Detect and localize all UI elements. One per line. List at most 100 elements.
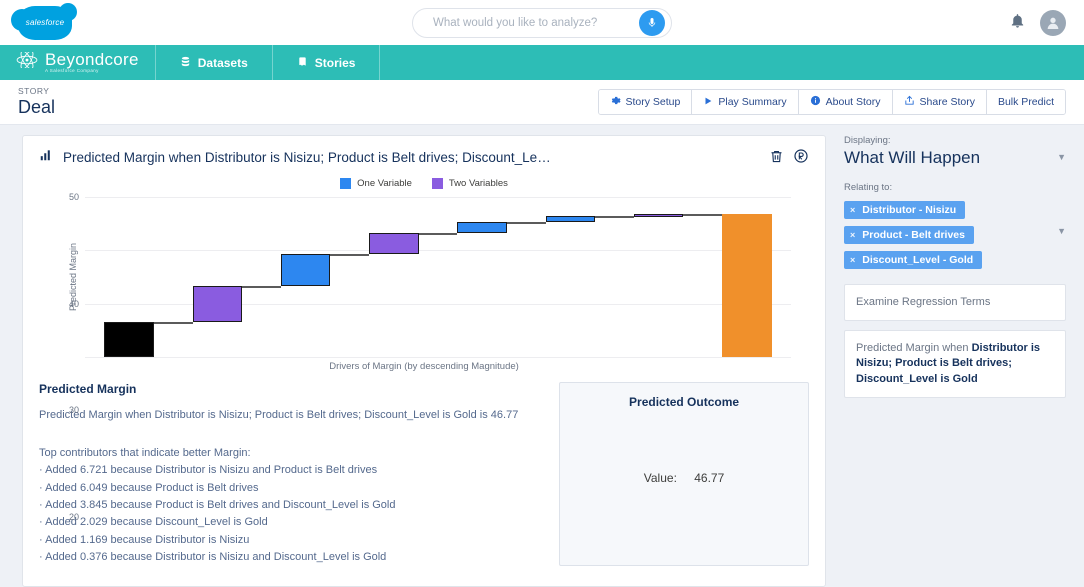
play-icon (703, 96, 713, 109)
trash-icon[interactable] (769, 149, 784, 169)
filter-pill-label: Discount_Level - Gold (862, 254, 974, 266)
story-card: Predicted Margin when Distributor is Nis… (22, 135, 827, 587)
global-search (412, 7, 672, 38)
share-icon (904, 95, 915, 109)
y-axis-tick: 40 (68, 298, 79, 309)
chart-bar[interactable] (104, 321, 154, 357)
gear-icon (610, 95, 621, 109)
book-icon (297, 55, 308, 71)
story-setup-button[interactable]: Story Setup (598, 90, 693, 114)
waterfall-connector (683, 214, 723, 217)
waterfall-connector (595, 216, 634, 219)
story-toolbar: Story Setup Play Summary About Story Sha… (597, 89, 1066, 115)
remove-pill-icon[interactable]: × (850, 230, 855, 240)
story-identity: STORY Deal (18, 86, 55, 118)
contributor-item: · Added 2.029 because Discount_Level is … (39, 516, 268, 529)
nav-item-datasets[interactable]: Datasets (156, 45, 273, 80)
beyondcore-atom-icon (16, 50, 38, 73)
share-story-button[interactable]: Share Story (892, 90, 987, 114)
about-story-button[interactable]: About Story (798, 90, 893, 114)
predicted-outcome-value-label: Value: (643, 471, 677, 485)
waterfall-chart: Predicted Margin 20 30 40 50 (39, 192, 809, 522)
play-summary-button[interactable]: Play Summary (692, 90, 799, 114)
registered-r-icon[interactable] (793, 148, 809, 169)
nav-item-stories-label: Stories (314, 55, 356, 70)
salesforce-logo-text: salesforce (25, 18, 65, 27)
story-summary-prefix: Predicted Margin when (856, 342, 972, 355)
filter-pill-label: Distributor - Nisizu (862, 204, 957, 216)
beyondcore-brand[interactable]: Beyondcore A Salesforce Company (0, 45, 156, 80)
narrative-heading: Predicted Margin (39, 382, 137, 396)
waterfall-connector (153, 321, 193, 324)
nav-item-datasets-label: Datasets (197, 55, 248, 70)
contributor-item: · Added 3.845 because Product is Belt dr… (39, 498, 396, 511)
info-icon (810, 95, 821, 109)
bulk-predict-button[interactable]: Bulk Predict (986, 90, 1065, 114)
contributors-heading: Top contributors that indicate better Ma… (39, 446, 251, 459)
about-story-label: About Story (825, 96, 881, 108)
grid-line: 50 (69, 192, 792, 202)
y-axis-tick: 20 (68, 512, 79, 522)
right-sidebar: Displaying: What Will Happen ▼ Relating … (844, 135, 1084, 587)
relating-to-chevron-down-icon[interactable]: ▼ (1057, 226, 1066, 236)
narrative-lead: Predicted Margin when Distributor is Nis… (39, 409, 519, 421)
displaying-selector[interactable]: What Will Happen ▼ (844, 146, 1066, 168)
predicted-outcome-panel: Predicted Outcome Value: 46.77 (559, 382, 810, 567)
story-setup-label: Story Setup (625, 96, 681, 108)
y-axis-tick: 30 (68, 405, 79, 416)
filter-pill-label: Product - Belt drives (862, 229, 965, 241)
grid-line: 40 (69, 250, 792, 309)
microphone-icon[interactable] (639, 9, 665, 36)
remove-pill-icon[interactable]: × (850, 255, 855, 265)
card-actions (769, 148, 809, 169)
legend-label-two-variables: Two Variables (448, 178, 508, 189)
story-header: STORY Deal Story Setup Play Summary Abou… (0, 80, 1084, 125)
y-axis-tick: 50 (68, 192, 79, 202)
global-header: salesforce (0, 0, 1084, 45)
search-input[interactable] (431, 15, 639, 30)
bell-icon[interactable] (1009, 12, 1026, 34)
waterfall-connector (418, 233, 458, 236)
search-box[interactable] (412, 7, 672, 38)
chart-bar[interactable] (633, 214, 684, 217)
chart-bar[interactable] (545, 216, 596, 223)
play-summary-label: Play Summary (718, 96, 787, 108)
legend-swatch-two-variables (431, 178, 443, 189)
narrative-text: Predicted Margin Predicted Margin when D… (39, 382, 543, 566)
waterfall-connector (506, 222, 546, 225)
salesforce-logo[interactable]: salesforce (11, 2, 77, 40)
relating-to-label: Relating to: (844, 182, 893, 193)
chart-bar[interactable] (369, 233, 419, 254)
legend-item-two-variables: Two Variables (431, 178, 508, 189)
examine-regression-terms-button[interactable]: Examine Regression Terms (844, 284, 1066, 322)
chart-bar[interactable] (192, 286, 243, 322)
chevron-down-icon[interactable]: ▼ (1057, 152, 1066, 162)
waterfall-connector (242, 286, 281, 289)
filter-pill-distributor[interactable]: × Distributor - Nisizu (844, 201, 966, 219)
database-icon (180, 55, 191, 71)
card-header: Predicted Margin when Distributor is Nis… (39, 148, 809, 167)
remove-pill-icon[interactable]: × (850, 205, 855, 215)
contributor-item: · Added 6.049 because Product is Belt dr… (39, 481, 259, 494)
page-title: Deal (18, 97, 56, 117)
bar-chart-icon (39, 148, 53, 167)
bulk-predict-label: Bulk Predict (997, 96, 1054, 108)
story-summary-box[interactable]: Predicted Margin when Distributor is Nis… (844, 330, 1066, 398)
legend-swatch-one-variable (340, 178, 352, 189)
user-avatar-icon[interactable] (1040, 9, 1066, 36)
brand-subtitle: A Salesforce Company (45, 68, 99, 74)
filter-pill-discount-level[interactable]: × Discount_Level - Gold (844, 251, 983, 269)
predicted-outcome-value: 46.77 (694, 471, 725, 485)
chart-plot-area: 20 30 40 50 (69, 192, 792, 522)
card-title: Predicted Margin when Distributor is Nis… (63, 150, 551, 165)
filter-pill-product[interactable]: × Product - Belt drives (844, 226, 974, 244)
chart-bar[interactable] (457, 222, 507, 234)
chart-bar[interactable] (722, 214, 772, 357)
chart-bar[interactable] (280, 253, 331, 287)
chart-legend: One Variable Two Variables (39, 178, 809, 189)
story-eyebrow: STORY (18, 86, 50, 96)
nav-item-stories[interactable]: Stories (273, 45, 381, 80)
displaying-label: Displaying: (844, 135, 891, 146)
x-axis-label: Drivers of Margin (by descending Magnitu… (329, 361, 519, 372)
legend-item-one-variable: One Variable (340, 178, 412, 189)
